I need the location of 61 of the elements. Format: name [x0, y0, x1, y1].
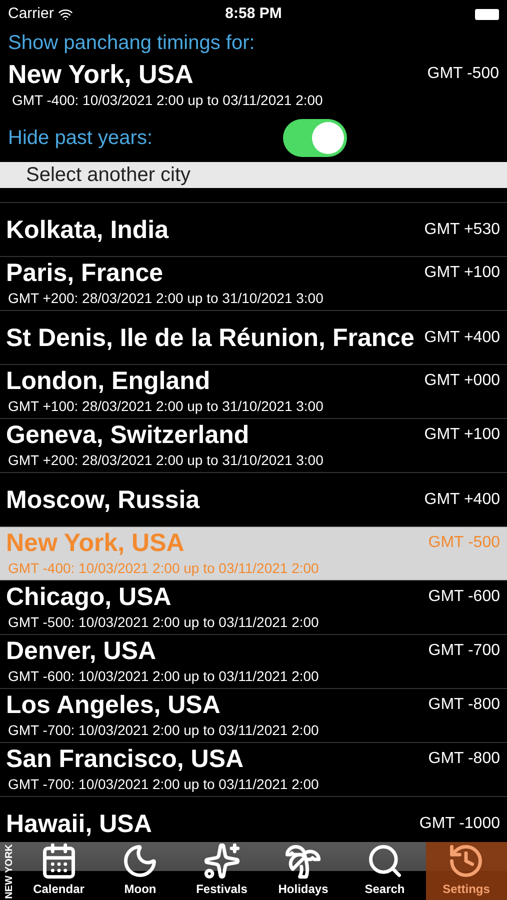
dst-period: GMT -400: 10/03/2021 2:00 up to 03/11/2021 2:00	[11, 91, 324, 110]
city-row[interactable]: Chicago, USA GMT -600 GMT -500: 10/03/2021 2:00 up to 03/11/2021 2:00	[0, 580, 507, 634]
hide-past-switch[interactable]	[283, 119, 347, 157]
gmt-offset: GMT -500	[427, 64, 499, 84]
dst-period: GMT +200: 28/03/2021 2:00 up to 31/10/2021 3:00	[7, 289, 324, 308]
section-header: Select another city	[0, 162, 507, 188]
city-row[interactable]: St Denis, Ile de la Réunion, France GMT +400	[0, 310, 507, 364]
battery-icon	[474, 8, 499, 20]
city-name: Hawaii, USA	[6, 808, 152, 838]
gmt-offset: GMT +400	[424, 490, 501, 510]
city-row[interactable]: Los Angeles, USA GMT -800 GMT -700: 10/03/2021 2:00 up to 03/11/2021 2:00	[0, 688, 507, 742]
dst-period: GMT -500: 10/03/2021 2:00 up to 03/11/2021 2:00	[7, 613, 320, 632]
gmt-offset: GMT -800	[428, 749, 501, 769]
wifi-icon	[58, 6, 73, 22]
tab[interactable]: Settings	[426, 842, 507, 900]
carrier-label: Carrier	[8, 4, 54, 24]
gmt-offset: GMT -500	[428, 533, 501, 553]
city-row[interactable]: Denver, USA GMT -700 GMT -600: 10/03/2021 2:00 up to 03/11/2021 2:00	[0, 634, 507, 688]
city-name: New York, USA	[6, 528, 184, 558]
palm-tree-icon	[284, 842, 322, 880]
hide-past-label: Hide past years:	[8, 126, 154, 151]
prompt-label: Show panchang timings for:	[8, 31, 256, 56]
city-name: Geneva, Switzerland	[6, 420, 250, 450]
current-city: New York, USA	[8, 58, 194, 90]
gmt-offset: GMT +000	[424, 371, 501, 391]
tab[interactable]: Calendar	[18, 842, 100, 900]
dst-period: GMT -600: 10/03/2021 2:00 up to 03/11/2021 2:00	[7, 667, 320, 686]
city-name: London, England	[6, 366, 210, 396]
tab[interactable]: Search	[344, 842, 426, 900]
city-row[interactable]: London, England GMT +000 GMT +100: 28/03/2021 2:00 up to 31/10/2021 3:00	[0, 364, 507, 418]
gmt-offset: GMT +100	[424, 263, 501, 283]
gmt-offset: GMT -1000	[419, 814, 501, 834]
dst-period: GMT -700: 10/03/2021 2:00 up to 03/11/2021 2:00	[7, 775, 320, 794]
city-name: San Francisco, USA	[6, 744, 244, 774]
dst-period: GMT +100: 28/03/2021 2:00 up to 31/10/2021 3:00	[7, 397, 324, 416]
city-name: Los Angeles, USA	[6, 690, 220, 720]
side-label: NEW YORK	[2, 844, 16, 898]
city-name: Paris, France	[6, 258, 164, 288]
city-name: Kolkata, India	[6, 214, 169, 244]
sparkles-icon	[202, 842, 241, 880]
tab[interactable]: Festivals	[181, 842, 262, 900]
dst-period: GMT +200: 28/03/2021 2:00 up to 31/10/2021 3:00	[7, 451, 324, 470]
gmt-offset: GMT +530	[424, 220, 501, 240]
city-name: Moscow, Russia	[6, 484, 200, 514]
gmt-offset: GMT -700	[428, 641, 501, 661]
gmt-offset: GMT +100	[424, 425, 501, 445]
dst-period: GMT -400: 10/03/2021 2:00 up to 03/11/2021 2:00	[7, 559, 320, 578]
gmt-offset: GMT -600	[428, 587, 501, 607]
city-name: St Denis, Ile de la Réunion, France	[6, 322, 414, 352]
gmt-offset: GMT +400	[424, 328, 501, 348]
city-row[interactable]: Geneva, Switzerland GMT +100 GMT +200: 28/03/2021 2:00 up to 31/10/2021 3:00	[0, 418, 507, 472]
dst-period: GMT -700: 10/03/2021 2:00 up to 03/11/2021 2:00	[7, 721, 320, 740]
tab[interactable]: Holidays	[262, 842, 344, 900]
city-name: Chicago, USA	[6, 582, 172, 612]
gmt-offset: GMT -800	[428, 695, 501, 715]
tab[interactable]: Moon	[100, 842, 181, 900]
clock: 8:58 PM	[225, 4, 282, 24]
city-row[interactable]: San Francisco, USA GMT -800 GMT -700: 10/03/2021 2:00 up to 03/11/2021 2:00	[0, 742, 507, 796]
city-row[interactable]: Kolkata, India GMT +530	[0, 202, 507, 256]
city-name: Denver, USA	[6, 636, 156, 666]
city-row[interactable]: Paris, France GMT +100 GMT +200: 28/03/2021 2:00 up to 31/10/2021 3:00	[0, 256, 507, 310]
